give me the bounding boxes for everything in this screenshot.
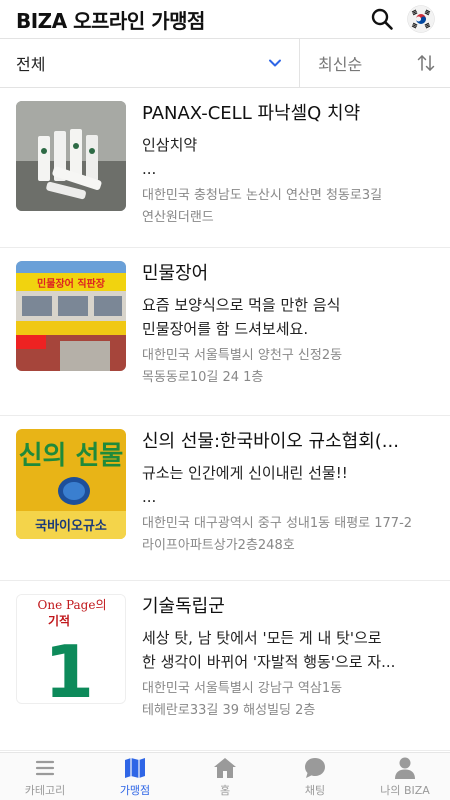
store-description: 요즘 보양식으로 먹을 만한 음식 민물장어를 함 드셔보세요. xyxy=(142,293,438,341)
description-line: 규소는 인간에게 신이내린 선물!! xyxy=(142,464,348,482)
store-name: PANAX-CELL 파낙셀Q 치약 xyxy=(142,103,361,124)
description-line: 세상 탓, 남 탓에서 '모든 게 내 탓'으로 xyxy=(142,629,382,647)
tab-category[interactable]: 카테고리 xyxy=(0,753,90,800)
store-thumbnail: 민물장어 직판장 xyxy=(16,261,126,371)
cover-numeral: 1 xyxy=(44,630,94,704)
store-item[interactable]: PANAX-CELL 파낙셀Q 치약 인삼치약 ... 대한민국 충청남도 논산… xyxy=(0,88,450,248)
tab-stores[interactable]: 가맹점 xyxy=(90,753,180,800)
filter-bar: 전체 최신순 xyxy=(0,38,450,88)
address-line: 테헤란로33길 39 해성빌딩 2층 xyxy=(142,703,316,718)
tab-chat[interactable]: 채팅 xyxy=(270,753,360,800)
category-dropdown[interactable]: 전체 xyxy=(0,39,300,87)
map-icon xyxy=(125,757,145,778)
store-name: 기술독립군 xyxy=(142,596,225,617)
store-name: 민물장어 xyxy=(142,263,209,284)
store-item[interactable]: One Page의 기적 1 기술독립군 세상 탓, 남 탓에서 '모든 게 내… xyxy=(0,581,450,751)
address-line: 라이프아파트상가2층248호 xyxy=(142,538,295,553)
store-address: 대한민국 충청남도 논산시 연산면 청동로3길 연산원더랜드 xyxy=(142,185,438,229)
store-address: 대한민국 대구광역시 중구 성내1동 태평로 177-2 라이프아파트상가2층2… xyxy=(142,513,438,557)
description-line: 민물장어를 함 드셔보세요. xyxy=(142,320,309,338)
menu-icon xyxy=(35,760,55,775)
store-description: 규소는 인간에게 신이내린 선물!! ... xyxy=(142,461,438,509)
sort-icon xyxy=(417,55,435,71)
address-line: 대한민국 서울특별시 양천구 신정2동 xyxy=(142,348,343,363)
description-line: ... xyxy=(142,160,157,178)
search-button[interactable] xyxy=(368,5,396,33)
tab-label: 카테고리 xyxy=(24,783,66,797)
address-line: 목동동로10길 24 1층 xyxy=(142,370,264,385)
store-description: 인삼치약 ... xyxy=(142,133,438,181)
description-line: 인삼치약 xyxy=(142,136,198,154)
store-item[interactable]: 신의 선물 국바이오규소 신의 선물:한국바이오 규소협회(... 규소는 인간… xyxy=(0,416,450,581)
store-sign-text: 국바이오규소 xyxy=(35,518,107,534)
store-sign-text: 민물장어 직판장 xyxy=(37,277,106,290)
address-line: 대한민국 대구광역시 중구 성내1동 태평로 177-2 xyxy=(142,516,413,531)
store-description: 세상 탓, 남 탓에서 '모든 게 내 탓'으로 한 생각이 바뀌어 '자발적 … xyxy=(142,626,438,674)
store-thumbnail: 신의 선물 국바이오규소 xyxy=(16,429,126,539)
tab-label: 나의 BIZA xyxy=(380,783,430,797)
tab-home[interactable]: 홈 xyxy=(180,753,270,800)
chat-icon xyxy=(305,757,325,778)
page-title: BIZA 오프라인 가맹점 xyxy=(16,8,205,33)
store-address: 대한민국 서울특별시 강남구 역삼1동 테헤란로33길 39 해성빌딩 2층 xyxy=(142,678,438,722)
cover-title: One Page의 xyxy=(38,598,107,612)
store-thumbnail: One Page의 기적 1 xyxy=(16,594,126,704)
store-name: 신의 선물:한국바이오 규소협회(... xyxy=(142,431,399,452)
description-line: 요즘 보양식으로 먹을 만한 음식 xyxy=(142,296,341,314)
sort-value: 최신순 xyxy=(318,55,363,74)
address-line: 대한민국 서울특별시 강남구 역삼1동 xyxy=(142,681,343,696)
cover-subtitle: 기적 xyxy=(48,613,70,628)
store-sign-text: 신의 선물 xyxy=(19,441,124,471)
bottom-tab-bar: 카테고리 가맹점 홈 채팅 나의 BIZA xyxy=(0,752,450,800)
store-list: PANAX-CELL 파낙셀Q 치약 인삼치약 ... 대한민국 충청남도 논산… xyxy=(0,88,450,752)
tab-my-biza[interactable]: 나의 BIZA xyxy=(360,753,450,800)
tab-label: 홈 xyxy=(219,783,231,797)
korea-flag-icon xyxy=(407,5,435,33)
store-item[interactable]: 민물장어 직판장 민물장어 요즘 보양식으로 먹을 만한 음식 민물장어를 함 … xyxy=(0,248,450,416)
category-value: 전체 xyxy=(16,55,46,74)
store-address: 대한민국 서울특별시 양천구 신정2동 목동동로10길 24 1층 xyxy=(142,345,438,389)
home-icon xyxy=(214,757,236,778)
tab-label: 가맹점 xyxy=(119,783,151,797)
description-line: 한 생각이 바뀌어 '자발적 행동'으로 자... xyxy=(142,653,396,671)
search-icon xyxy=(371,8,393,30)
address-line: 대한민국 충청남도 논산시 연산면 청동로3길 xyxy=(142,188,383,203)
store-thumbnail xyxy=(16,101,126,211)
language-button[interactable] xyxy=(406,4,436,34)
address-line: 연산원더랜드 xyxy=(142,210,214,225)
description-line: ... xyxy=(142,488,157,506)
sort-dropdown[interactable]: 최신순 xyxy=(300,39,450,87)
user-icon xyxy=(395,757,415,779)
app-header: BIZA 오프라인 가맹점 xyxy=(0,0,450,38)
chevron-down-icon xyxy=(269,59,281,67)
tab-label: 채팅 xyxy=(304,783,326,797)
